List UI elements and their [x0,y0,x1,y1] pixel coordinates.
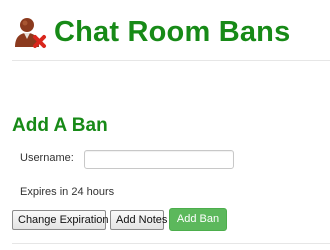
username-label: Username: [20,152,74,164]
page-title: Chat Room Bans [54,16,291,48]
page: Chat Room Bans Add A Ban Username: Expir… [0,0,330,250]
section-title: Add A Ban [12,115,108,136]
expiry-text: Expires in 24 hours [20,186,115,198]
page-header: Chat Room Bans [12,14,290,50]
username-input[interactable] [84,150,234,169]
add-notes-button[interactable]: Add Notes [110,210,167,230]
change-expiration-button[interactable]: Change Expiration [12,210,109,230]
footer-divider [12,243,330,244]
add-ban-button[interactable]: Add Ban [169,208,227,231]
header-divider [12,60,330,61]
user-ban-icon [12,14,48,50]
